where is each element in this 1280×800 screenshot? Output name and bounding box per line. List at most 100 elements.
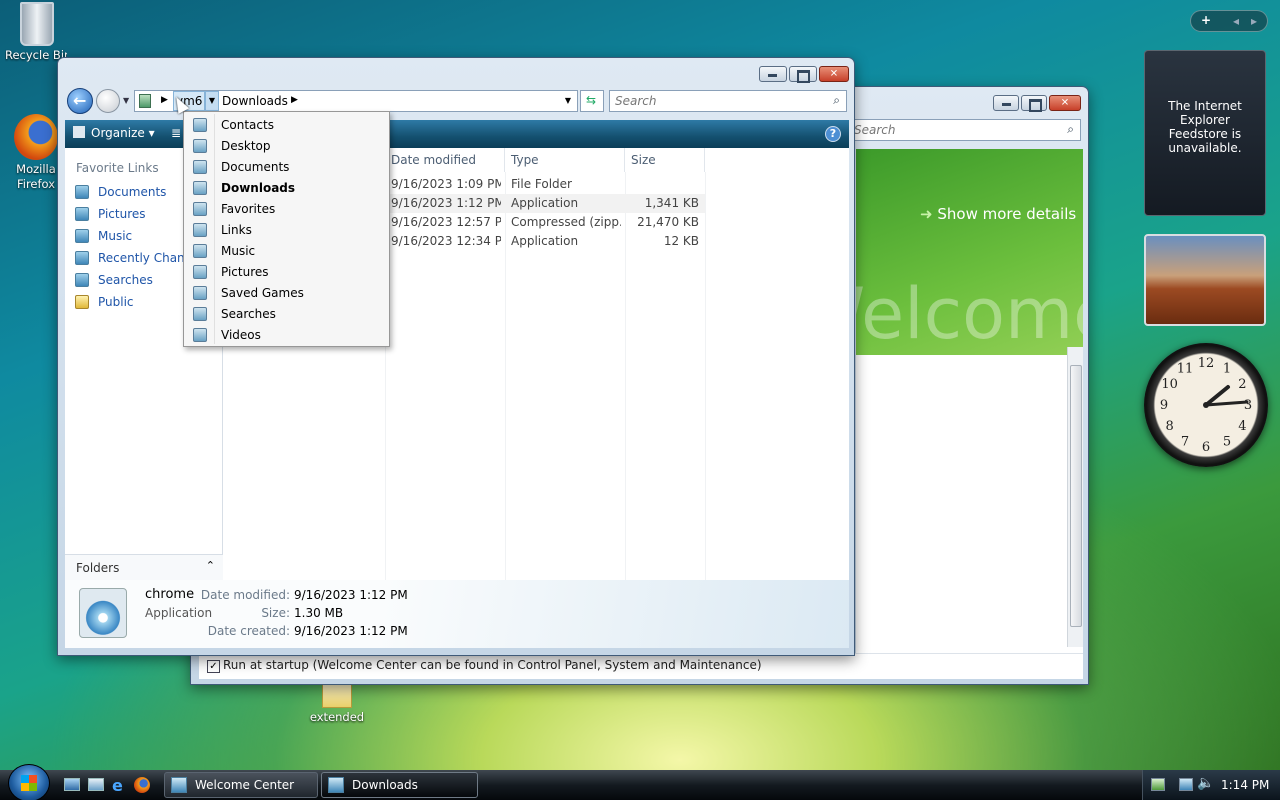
- desktop-icon: [193, 138, 207, 153]
- forward-button[interactable]: [96, 89, 120, 113]
- column-header-size[interactable]: Size: [625, 148, 705, 172]
- documents-icon: [193, 159, 207, 174]
- breadcrumb-chevron-icon[interactable]: ▶: [161, 95, 168, 105]
- close-button[interactable]: [819, 66, 849, 82]
- breadcrumb-dropdown-button[interactable]: ▼: [205, 91, 219, 111]
- clock-numeral: 2: [1238, 377, 1246, 392]
- startup-bar: ✓ Run at startup (Welcome Center can be …: [199, 653, 1083, 679]
- organize-button[interactable]: Organize ▾: [73, 126, 155, 140]
- menu-item-downloads[interactable]: Downloads: [184, 177, 389, 198]
- menu-item-music[interactable]: Music: [184, 240, 389, 261]
- column-header-type[interactable]: Type: [505, 148, 625, 172]
- windows-logo-icon: [21, 775, 37, 791]
- breadcrumb-current[interactable]: Downloads: [222, 94, 288, 108]
- favorite-pictures[interactable]: Pictures: [75, 204, 146, 224]
- address-dropdown-icon[interactable]: ▼: [565, 96, 571, 105]
- taskbar-clock[interactable]: 1:14 PM: [1221, 778, 1269, 792]
- views-icon[interactable]: ≣: [171, 126, 181, 140]
- favorite-music[interactable]: Music: [75, 226, 132, 246]
- search-input[interactable]: Search ⌕: [609, 90, 847, 112]
- folder-icon: [328, 777, 344, 793]
- volume-muted-icon[interactable]: 🔈: [1197, 775, 1214, 791]
- details-name: chrome: [145, 587, 195, 602]
- close-button[interactable]: [1049, 95, 1081, 111]
- favorite-searches[interactable]: Searches: [75, 270, 153, 290]
- clock-numeral: 12: [1198, 356, 1215, 371]
- feed-message: The Internet Explorer Feedstore is unava…: [1168, 99, 1242, 155]
- saved-games-icon: [193, 285, 207, 300]
- details-size: 1.30 MB: [294, 606, 344, 620]
- startup-checkbox[interactable]: ✓: [207, 660, 220, 673]
- menu-item-documents[interactable]: Documents: [184, 156, 389, 177]
- taskbar-button-downloads[interactable]: Downloads: [321, 772, 478, 798]
- downloads-explorer-window[interactable]: ← ▼ ▶ vm6 ▼ Downloads ▶ ▼ ⇆ Search ⌕ Org…: [57, 57, 855, 656]
- address-bar[interactable]: ▶ vm6 ▼ Downloads ▶ ▼: [134, 90, 578, 112]
- clock-gadget: 11 10 9 8 7 6 5 4 3 2 1 12: [1144, 343, 1268, 467]
- show-desktop-icon[interactable]: [64, 778, 80, 791]
- documents-icon: [75, 185, 89, 199]
- menu-item-saved-games[interactable]: Saved Games: [184, 282, 389, 303]
- clock-face: 1110 9 87 6 54 3 21 12: [1160, 356, 1252, 455]
- clock-numeral: 7: [1181, 434, 1189, 449]
- scrollbar-thumb[interactable]: [1070, 365, 1082, 627]
- notification-icon[interactable]: [1151, 778, 1165, 791]
- search-placeholder: Search: [854, 123, 896, 137]
- menu-item-pictures[interactable]: Pictures: [184, 261, 389, 282]
- search-input[interactable]: Search ⌕: [849, 119, 1081, 141]
- column-header-date-modified[interactable]: Date modified: [385, 148, 505, 172]
- menu-item-videos[interactable]: Videos: [184, 324, 389, 345]
- menu-item-label: Pictures: [221, 264, 269, 279]
- firefox-quicklaunch-icon[interactable]: [134, 777, 150, 793]
- taskbar-button-welcome-center[interactable]: Welcome Center: [164, 772, 318, 798]
- refresh-button[interactable]: ⇆: [580, 90, 604, 112]
- search-placeholder: Search: [615, 94, 657, 108]
- desktop-icon-recycle-bin[interactable]: Recycle Bin: [0, 2, 77, 62]
- help-icon[interactable]: ?: [825, 126, 841, 142]
- minimize-button[interactable]: [993, 95, 1019, 111]
- feed-headlines-gadget[interactable]: The Internet Explorer Feedstore is unava…: [1144, 50, 1266, 216]
- back-button[interactable]: ←: [67, 88, 93, 114]
- switch-windows-icon[interactable]: [88, 778, 104, 791]
- menu-item-label: Favorites: [221, 201, 276, 216]
- details-kind: Application: [145, 606, 213, 620]
- breadcrumb-dropdown-menu[interactable]: Contacts Desktop Documents Downloads Favorit…: [183, 111, 390, 347]
- breadcrumb-chevron-icon[interactable]: ▶: [291, 95, 298, 105]
- recent-pages-dropdown-icon[interactable]: ▼: [123, 96, 129, 105]
- welcome-scrollbar[interactable]: [1067, 347, 1083, 647]
- show-more-details-link[interactable]: ➜ Show more details: [920, 205, 1076, 223]
- row-type: Compressed (zipp...: [511, 215, 621, 229]
- favorite-public[interactable]: Public: [75, 292, 134, 312]
- recycle-bin-icon: [20, 2, 54, 46]
- folder-icon: [322, 684, 352, 708]
- add-gadget-button[interactable]: +: [1201, 13, 1211, 27]
- menu-item-links[interactable]: Links: [184, 219, 389, 240]
- maximize-button[interactable]: [789, 66, 817, 83]
- minimize-button[interactable]: [759, 66, 787, 82]
- favorite-documents[interactable]: Documents: [75, 182, 166, 202]
- start-button[interactable]: [8, 764, 50, 800]
- firefox-icon: [14, 114, 58, 160]
- menu-item-favorites[interactable]: Favorites: [184, 198, 389, 219]
- slideshow-gadget[interactable]: [1144, 234, 1266, 326]
- internet-explorer-icon[interactable]: e: [112, 776, 123, 795]
- folders-bar[interactable]: Folders ⌃: [65, 554, 223, 580]
- application-icon: [79, 588, 127, 638]
- searches-icon: [75, 273, 89, 287]
- arrow-icon: ➜: [920, 205, 933, 223]
- favorite-label: Pictures: [98, 207, 146, 221]
- row-size: 21,470 KB: [637, 215, 699, 229]
- prev-gadget-button[interactable]: ◂: [1233, 14, 1239, 28]
- menu-item-searches[interactable]: Searches: [184, 303, 389, 324]
- next-gadget-button[interactable]: ▸: [1251, 14, 1257, 28]
- desktop-icon-label: Mozilla Firefox: [16, 162, 56, 191]
- clock-numeral: 10: [1161, 377, 1178, 392]
- folders-label: Folders: [76, 561, 120, 575]
- row-date: 9/16/2023 12:34 PM: [391, 234, 501, 248]
- desktop-icon-label: extended: [309, 710, 365, 724]
- downloads-icon: [193, 180, 207, 195]
- menu-item-contacts[interactable]: Contacts: [184, 114, 389, 135]
- desktop-icon-extended[interactable]: extended: [297, 684, 377, 724]
- maximize-button[interactable]: [1021, 95, 1047, 112]
- network-icon[interactable]: [1179, 778, 1193, 791]
- menu-item-desktop[interactable]: Desktop: [184, 135, 389, 156]
